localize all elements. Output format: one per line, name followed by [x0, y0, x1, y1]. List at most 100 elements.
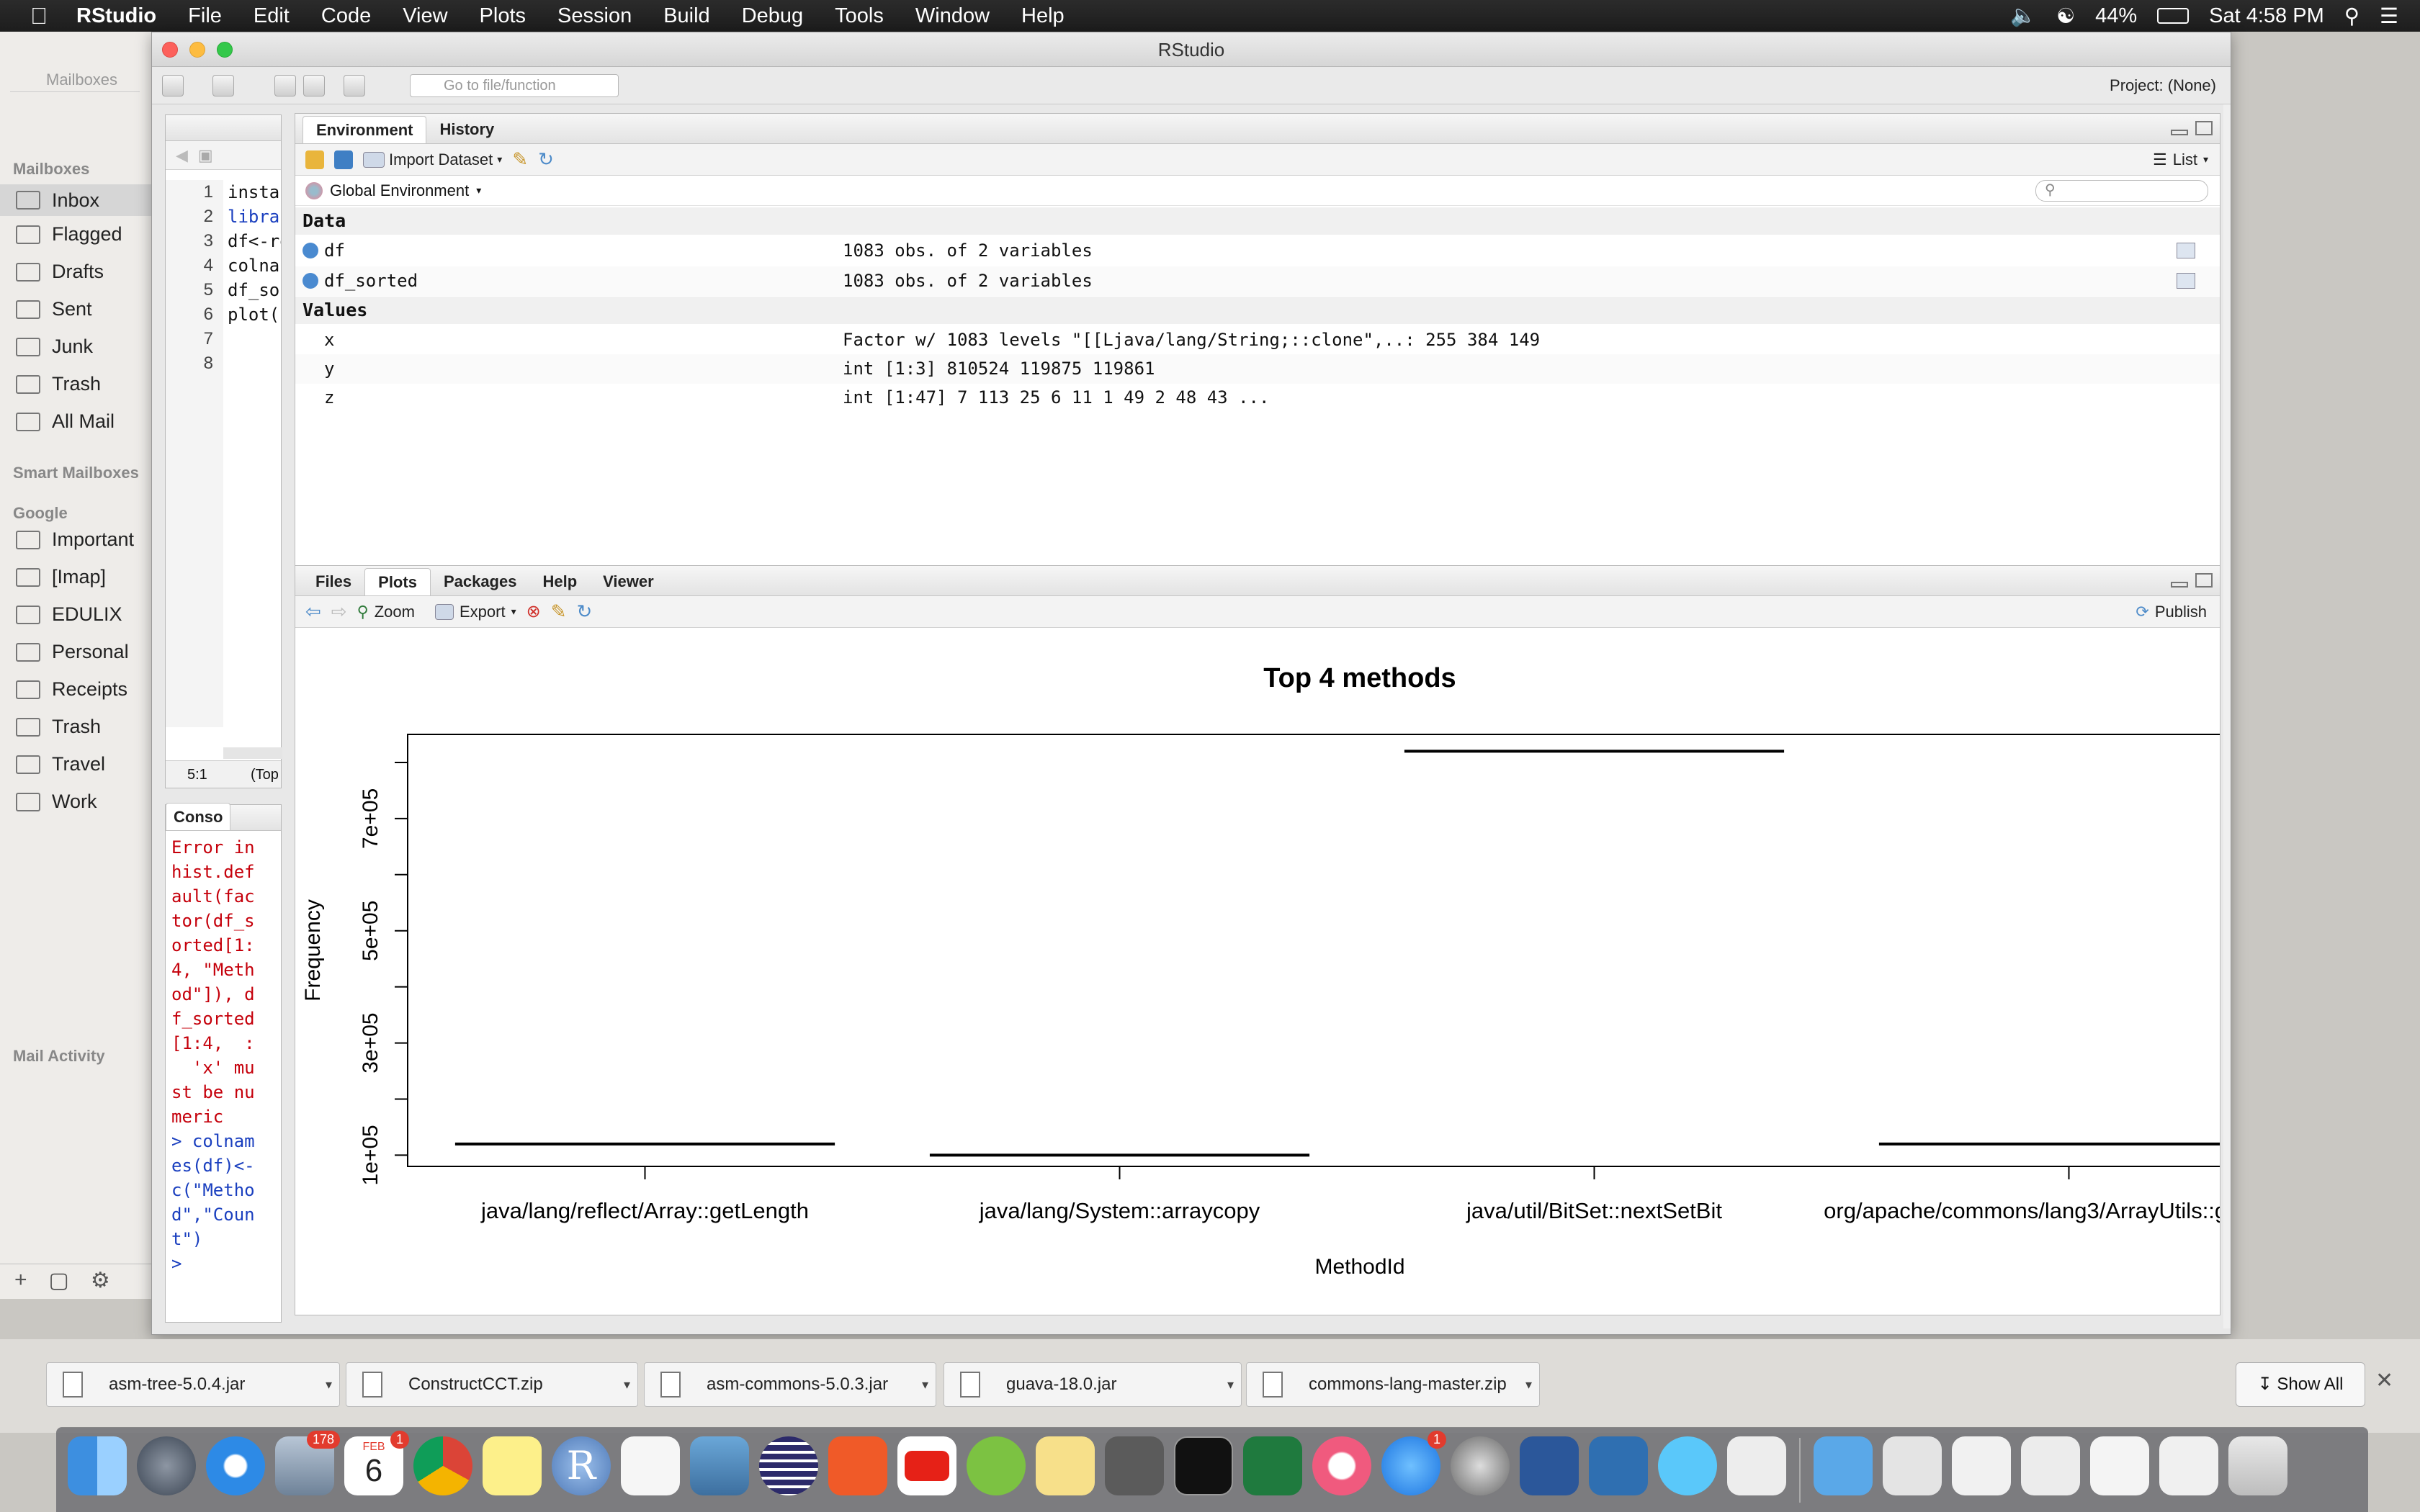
stack-icon[interactable]: [2021, 1436, 2080, 1495]
stack-icon[interactable]: [2159, 1436, 2218, 1495]
notes-icon[interactable]: [483, 1436, 542, 1495]
back-arrow-icon[interactable]: ◀: [176, 146, 188, 165]
menu-view[interactable]: View: [387, 4, 463, 28]
tab-help[interactable]: Help: [529, 568, 590, 595]
terminal-icon[interactable]: [1174, 1436, 1233, 1495]
zoom-button[interactable]: ⚲ Zoom: [357, 603, 415, 621]
mailbox-important[interactable]: Important: [16, 528, 153, 551]
code-line[interactable]: librar: [228, 204, 281, 229]
spotlight-icon[interactable]: ⚲: [2344, 4, 2360, 29]
show-all-downloads-button[interactable]: ↧ Show All: [2236, 1362, 2365, 1407]
mailbox-all-mail[interactable]: All Mail: [16, 410, 153, 433]
code-line[interactable]: plot(f: [228, 302, 281, 327]
chevron-down-icon[interactable]: ▾: [1227, 1363, 1234, 1406]
sublime-icon[interactable]: [1105, 1436, 1164, 1495]
menu-code[interactable]: Code: [305, 4, 387, 28]
code-line[interactable]: df_sor: [228, 278, 281, 302]
itunes-icon[interactable]: [1312, 1436, 1371, 1495]
maximize-pane-icon[interactable]: [2195, 573, 2213, 588]
horizontal-scrollbar[interactable]: [223, 747, 282, 759]
download-item[interactable]: ConstructCCT.zip ▾: [346, 1362, 638, 1407]
minimize-window-icon[interactable]: [189, 42, 205, 58]
menu-tools[interactable]: Tools: [819, 4, 900, 28]
virtualbox-icon[interactable]: [1589, 1436, 1648, 1495]
env-row-df[interactable]: df 1083 obs. of 2 variables: [295, 236, 2220, 266]
mail-app-icon[interactable]: 178: [275, 1431, 340, 1495]
tab-packages[interactable]: Packages: [431, 568, 530, 595]
open-project-icon[interactable]: [212, 75, 234, 96]
finder-icon[interactable]: [68, 1436, 127, 1495]
view-mode-dropdown[interactable]: ☰ List ▾: [2153, 150, 2208, 169]
rstudio-dock-icon[interactable]: R: [552, 1436, 611, 1495]
system-preferences-icon[interactable]: [1451, 1436, 1510, 1495]
load-workspace-icon[interactable]: [305, 150, 324, 169]
battery-percent[interactable]: 44%: [2095, 4, 2137, 28]
launchpad-icon[interactable]: [137, 1436, 196, 1495]
mailbox-receipts[interactable]: Receipts: [16, 678, 153, 701]
close-downloads-icon[interactable]: ✕: [2375, 1368, 2393, 1393]
save-source-icon[interactable]: ▣: [198, 146, 213, 165]
notification-center-icon[interactable]: ☰: [2380, 4, 2398, 29]
chevron-down-icon[interactable]: ▾: [922, 1363, 928, 1406]
download-item[interactable]: guava-18.0.jar ▾: [944, 1362, 1242, 1407]
previous-plot-icon[interactable]: ⇦: [305, 600, 321, 623]
chevron-down-icon[interactable]: ▾: [624, 1363, 630, 1406]
menu-file[interactable]: File: [172, 4, 238, 28]
menu-help[interactable]: Help: [1005, 4, 1080, 28]
save-icon[interactable]: [274, 75, 296, 96]
mailbox-junk[interactable]: Junk: [16, 336, 153, 358]
textedit-icon[interactable]: [1036, 1436, 1095, 1495]
volume-icon[interactable]: 🔈: [2010, 4, 2036, 28]
clear-broom-icon[interactable]: ✎: [512, 148, 528, 171]
publish-button[interactable]: ⟳ Publish: [2136, 603, 2207, 621]
env-row-x[interactable]: x Factor w/ 1083 levels "[[Ljava/lang/St…: [295, 325, 2220, 355]
mailbox-trash[interactable]: Trash: [16, 373, 153, 395]
preview-icon[interactable]: [690, 1436, 749, 1495]
menu-debug[interactable]: Debug: [726, 4, 819, 28]
console-output[interactable]: Error in hist.def ault(fac tor(df_s orte…: [171, 835, 272, 1276]
youtube-icon[interactable]: [897, 1436, 956, 1495]
print-icon[interactable]: [344, 75, 365, 96]
pycharm-icon[interactable]: [967, 1436, 1026, 1495]
zoom-window-icon[interactable]: [217, 42, 233, 58]
environment-search-input[interactable]: ⚲: [2035, 180, 2208, 202]
export-button[interactable]: Export ▾: [434, 603, 516, 621]
mailbox-drafts[interactable]: Drafts: [16, 261, 153, 283]
apple-icon[interactable]: : [17, 3, 60, 30]
mailbox-sent[interactable]: Sent: [16, 298, 153, 320]
tab-viewer[interactable]: Viewer: [590, 568, 667, 595]
stack-icon[interactable]: [1952, 1436, 2011, 1495]
minimize-pane-icon[interactable]: [2171, 130, 2188, 135]
view-table-icon[interactable]: [2177, 243, 2195, 258]
env-row-y[interactable]: y int [1:3] 810524 119875 119861: [295, 354, 2220, 384]
eclipse-icon[interactable]: [759, 1436, 818, 1495]
expand-icon[interactable]: [302, 243, 318, 258]
mendeley-icon[interactable]: [828, 1436, 887, 1495]
mail-gear-icon[interactable]: ⚙: [91, 1268, 110, 1293]
scope-indicator[interactable]: (Top: [251, 761, 279, 788]
battery-icon[interactable]: [2157, 8, 2190, 24]
tab-plots[interactable]: Plots: [364, 568, 431, 595]
mailbox-trash-google[interactable]: Trash: [16, 716, 153, 738]
chrome-icon[interactable]: [413, 1436, 472, 1495]
mailbox-personal[interactable]: Personal: [16, 641, 153, 663]
remove-plot-icon[interactable]: ⊗: [526, 601, 541, 622]
chevron-down-icon[interactable]: ▾: [1525, 1363, 1532, 1406]
console-prompt[interactable]: >: [171, 1251, 272, 1276]
expand-icon[interactable]: [302, 273, 318, 289]
menu-edit[interactable]: Edit: [238, 4, 305, 28]
mailboxes-tab[interactable]: Mailboxes: [10, 68, 140, 92]
menu-window[interactable]: Window: [900, 4, 1005, 28]
menu-session[interactable]: Session: [542, 4, 647, 28]
mailbox-imap[interactable]: [Imap]: [16, 566, 153, 588]
refresh-icon[interactable]: ↻: [538, 148, 554, 171]
environment-scope-dropdown[interactable]: Global Environment ▾: [305, 181, 481, 200]
add-mailbox-icon[interactable]: +: [14, 1268, 27, 1292]
env-row-df-sorted[interactable]: df_sorted 1083 obs. of 2 variables: [295, 266, 2220, 296]
safari-icon[interactable]: [206, 1436, 265, 1495]
menu-build[interactable]: Build: [647, 4, 726, 28]
mailbox-edulix[interactable]: EDULIX: [16, 603, 153, 626]
downloads-folder-icon[interactable]: [1814, 1436, 1873, 1495]
menu-plots[interactable]: Plots: [464, 4, 542, 28]
appstore-icon[interactable]: 1: [1381, 1431, 1446, 1495]
